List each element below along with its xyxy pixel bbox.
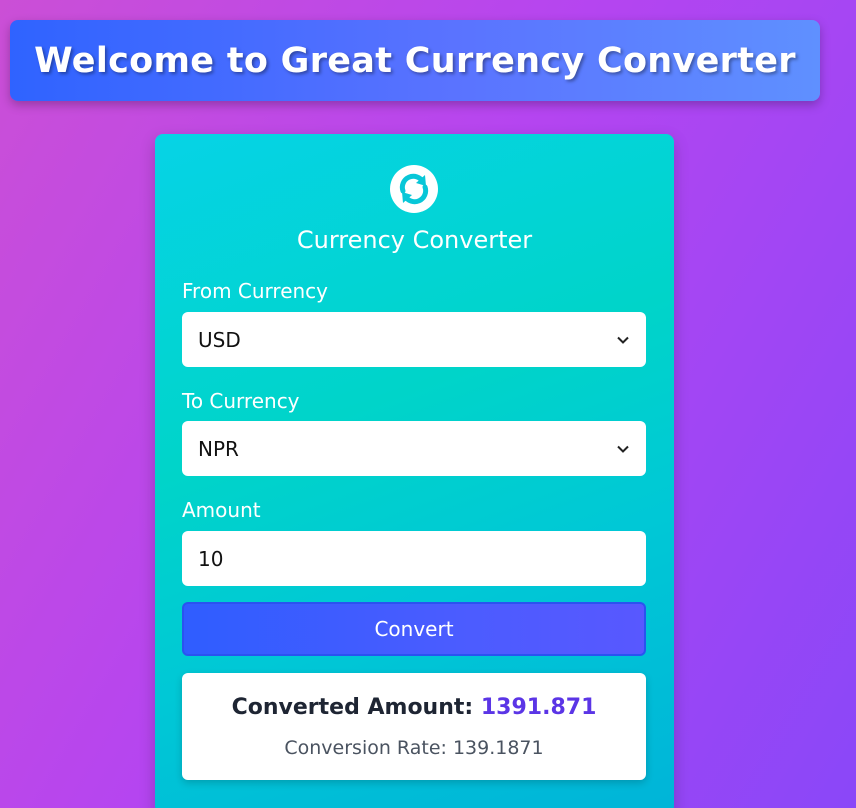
amount-label: Amount bbox=[182, 498, 261, 522]
from-currency-label: From Currency bbox=[182, 279, 329, 303]
converter-card: Currency Converter From Currency USD To … bbox=[155, 134, 674, 808]
converted-amount-label: Converted Amount: bbox=[231, 695, 474, 720]
conversion-rate-value: 139.1871 bbox=[452, 737, 544, 759]
from-currency-value: USD bbox=[198, 327, 241, 352]
convert-button[interactable]: Convert bbox=[182, 602, 646, 656]
refresh-icon bbox=[390, 165, 438, 213]
conversion-rate-label: Conversion Rate: bbox=[284, 737, 447, 759]
welcome-banner: Welcome to Great Currency Converter bbox=[10, 20, 820, 101]
to-currency-label: To Currency bbox=[182, 389, 300, 413]
conversion-rate-line: Conversion Rate: 139.1871 bbox=[182, 737, 646, 759]
result-panel: Converted Amount: 1391.871 Conversion Ra… bbox=[182, 673, 646, 780]
chevron-down-icon bbox=[617, 445, 629, 453]
converted-amount-value: 1391.871 bbox=[480, 695, 597, 720]
from-currency-select[interactable]: USD bbox=[182, 312, 646, 367]
converted-amount-line: Converted Amount: 1391.871 bbox=[182, 695, 646, 720]
amount-value: 10 bbox=[198, 546, 224, 571]
amount-input[interactable]: 10 bbox=[182, 531, 646, 586]
to-currency-value: NPR bbox=[198, 436, 239, 461]
to-currency-select[interactable]: NPR bbox=[182, 421, 646, 476]
chevron-down-icon bbox=[617, 336, 629, 344]
card-title: Currency Converter bbox=[296, 226, 533, 254]
page-title: Welcome to Great Currency Converter bbox=[34, 40, 796, 81]
